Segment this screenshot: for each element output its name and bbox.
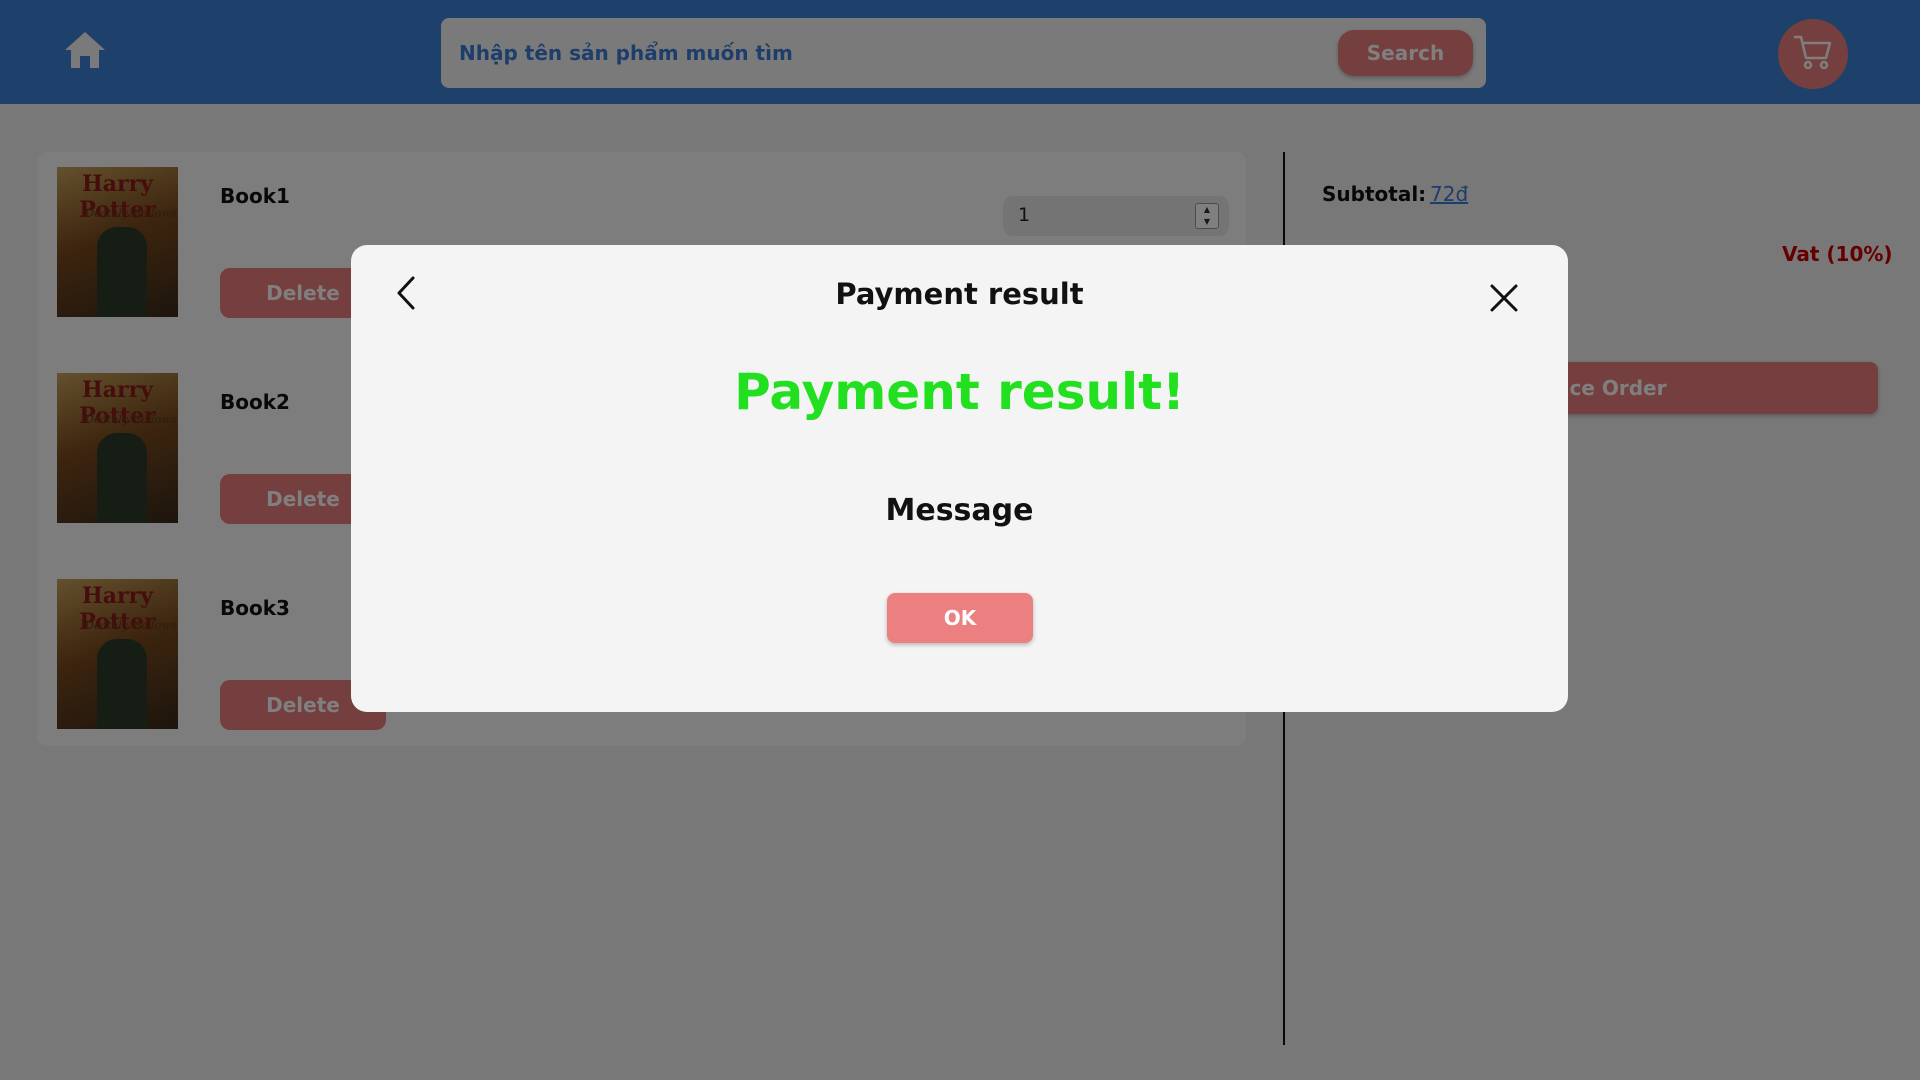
result-heading: Payment result! [734, 363, 1185, 421]
close-button[interactable] [1487, 283, 1521, 317]
close-icon [1489, 283, 1519, 317]
ok-button[interactable]: OK [887, 593, 1033, 643]
result-message: Message [885, 493, 1034, 528]
payment-result-modal: Payment result Payment result! Message O… [351, 245, 1568, 712]
modal-title: Payment result [835, 277, 1084, 311]
